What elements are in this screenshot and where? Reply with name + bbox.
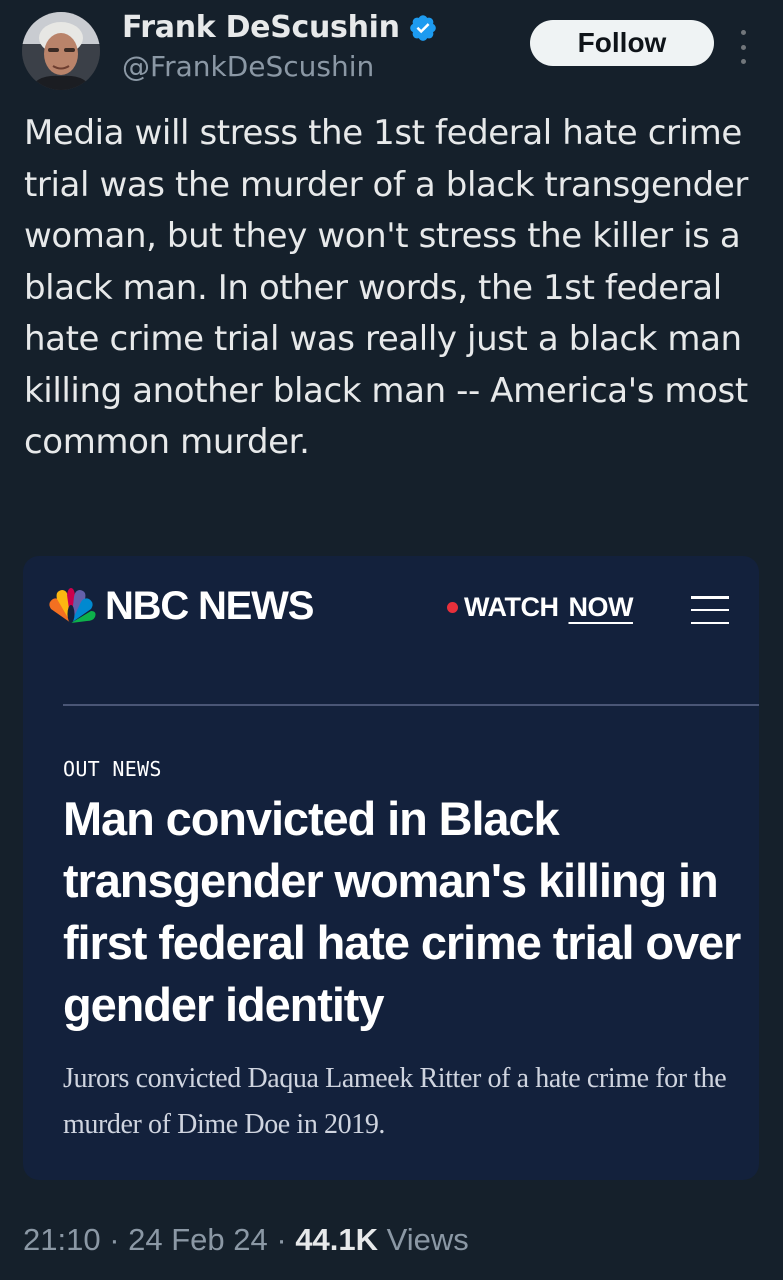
nbc-news-logo: NBC NEWS <box>45 584 314 629</box>
article-summary: Jurors convicted Daqua Lameek Ritter of … <box>63 1063 727 1140</box>
views-label: Views <box>378 1222 469 1257</box>
now-label: NOW <box>568 592 633 622</box>
meta-separator: · <box>100 1222 129 1257</box>
meta-separator: · <box>267 1222 296 1257</box>
tweet-metadata: 21:10 · 24 Feb 24 · 44.1K Views <box>23 1222 469 1258</box>
display-name[interactable]: Frank DeScushin <box>122 10 400 45</box>
watch-label: WATCH <box>464 592 559 622</box>
avatar-image <box>22 12 100 90</box>
views-count[interactable]: 44.1K <box>295 1222 378 1258</box>
live-dot-icon <box>447 602 458 613</box>
user-handle[interactable]: @FrankDeScushin <box>122 50 374 83</box>
tweet-date[interactable]: 24 Feb 24 <box>128 1222 268 1258</box>
nbc-news-wordmark: NBC NEWS <box>105 584 314 628</box>
peacock-icon <box>45 587 97 627</box>
follow-button[interactable]: Follow <box>530 20 714 66</box>
hamburger-menu-icon[interactable] <box>691 596 731 624</box>
watch-now-link[interactable]: WATCH NOW <box>447 592 633 623</box>
divider <box>63 704 759 706</box>
more-options-icon[interactable] <box>736 30 750 64</box>
link-preview-card[interactable]: NBC NEWS WATCH NOW OUT NEWS Man convicte… <box>23 556 759 1180</box>
tweet-time[interactable]: 21:10 <box>23 1222 101 1258</box>
display-name-row: Frank DeScushin <box>122 10 438 45</box>
article-headline: Man convicted in Black transgender woman… <box>63 792 741 1031</box>
tweet-header: Frank DeScushin @FrankDeScushin Follow <box>0 0 783 100</box>
verified-badge-icon <box>408 13 438 43</box>
section-label: OUT NEWS <box>63 757 162 781</box>
avatar[interactable] <box>22 12 100 90</box>
tweet-text: Media will stress the 1st federal hate c… <box>24 113 748 462</box>
